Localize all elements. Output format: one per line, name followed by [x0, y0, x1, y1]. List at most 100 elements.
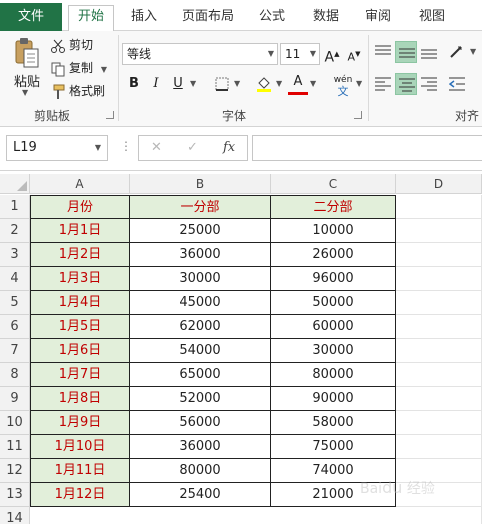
shrink-font-button[interactable]: A▼ — [344, 43, 364, 65]
cell[interactable] — [396, 411, 482, 435]
table-cell[interactable]: 30000 — [271, 339, 396, 363]
table-cell[interactable]: 75000 — [271, 435, 396, 459]
enter-icon[interactable]: ✓ — [187, 140, 198, 155]
align-middle-button[interactable] — [395, 41, 417, 63]
font-size-combo[interactable]: 11 ▼ — [280, 43, 320, 65]
table-cell[interactable]: 26000 — [271, 243, 396, 267]
table-cell[interactable]: 1月11日 — [30, 459, 130, 483]
row-header[interactable]: 8 — [0, 363, 30, 387]
row-header[interactable]: 11 — [0, 435, 30, 459]
table-cell[interactable]: 80000 — [130, 459, 271, 483]
insert-function-icon[interactable]: fx — [223, 140, 235, 155]
copy-button[interactable]: 复制 ▼ — [50, 58, 107, 78]
decrease-indent-button[interactable] — [446, 73, 468, 95]
row-header[interactable]: 1 — [0, 195, 30, 219]
font-color-button[interactable]: A — [288, 73, 308, 95]
italic-button[interactable]: I — [146, 73, 166, 95]
tab-home[interactable]: 开始 — [68, 5, 114, 32]
more-icon[interactable]: ⋮ — [120, 139, 132, 153]
table-cell[interactable]: 25400 — [130, 483, 271, 507]
column-header-c[interactable]: C — [271, 174, 396, 194]
table-cell[interactable]: 36000 — [130, 243, 271, 267]
underline-button[interactable]: U — [168, 73, 188, 95]
tab-file[interactable]: 文件 — [0, 3, 62, 31]
table-cell[interactable]: 62000 — [130, 315, 271, 339]
tab-formulas[interactable]: 公式 — [250, 6, 294, 31]
fill-color-button[interactable] — [254, 73, 274, 95]
cell[interactable] — [396, 267, 482, 291]
table-cell[interactable]: 1月10日 — [30, 435, 130, 459]
row-header[interactable]: 14 — [0, 507, 30, 524]
table-cell[interactable]: 45000 — [130, 291, 271, 315]
row-header[interactable]: 5 — [0, 291, 30, 315]
dialog-launcher-icon[interactable] — [106, 111, 114, 119]
select-all-corner[interactable] — [0, 174, 30, 194]
cell[interactable] — [396, 291, 482, 315]
table-cell[interactable]: 1月6日 — [30, 339, 130, 363]
cell[interactable] — [396, 435, 482, 459]
table-cell[interactable]: 1月8日 — [30, 387, 130, 411]
table-cell[interactable]: 56000 — [130, 411, 271, 435]
dialog-launcher-icon[interactable] — [354, 111, 362, 119]
table-cell[interactable]: 1月4日 — [30, 291, 130, 315]
table-cell[interactable]: 1月3日 — [30, 267, 130, 291]
row-header[interactable]: 10 — [0, 411, 30, 435]
tab-data[interactable]: 数据 — [304, 6, 348, 31]
table-cell[interactable]: 50000 — [271, 291, 396, 315]
table-header-cell[interactable]: 二分部 — [271, 195, 396, 219]
table-cell[interactable]: 65000 — [130, 363, 271, 387]
tab-review[interactable]: 审阅 — [356, 6, 400, 31]
grow-font-button[interactable]: A▲ — [322, 43, 342, 66]
cell[interactable] — [396, 315, 482, 339]
align-right-button[interactable] — [418, 73, 440, 95]
table-cell[interactable]: 1月7日 — [30, 363, 130, 387]
column-header-b[interactable]: B — [130, 174, 271, 194]
tab-page-layout[interactable]: 页面布局 — [176, 6, 240, 31]
column-header-d[interactable]: D — [396, 174, 482, 194]
font-name-combo[interactable]: 等线 ▼ — [122, 43, 278, 65]
table-cell[interactable]: 25000 — [130, 219, 271, 243]
borders-button[interactable] — [212, 73, 232, 95]
table-cell[interactable]: 1月12日 — [30, 483, 130, 507]
cell[interactable] — [396, 195, 482, 219]
formula-input[interactable] — [252, 135, 482, 161]
cut-button[interactable]: 剪切 — [50, 35, 93, 55]
row-header[interactable]: 7 — [0, 339, 30, 363]
table-cell[interactable]: 58000 — [271, 411, 396, 435]
row-header[interactable]: 3 — [0, 243, 30, 267]
align-left-button[interactable] — [372, 73, 394, 95]
bold-button[interactable]: B — [124, 73, 144, 95]
table-cell[interactable]: 1月1日 — [30, 219, 130, 243]
table-cell[interactable]: 80000 — [271, 363, 396, 387]
table-cell[interactable]: 90000 — [271, 387, 396, 411]
row-header[interactable]: 4 — [0, 267, 30, 291]
phonetic-button[interactable]: wén 文 — [330, 73, 356, 97]
column-header-a[interactable]: A — [30, 174, 130, 194]
table-cell[interactable]: 1月2日 — [30, 243, 130, 267]
align-top-button[interactable] — [372, 41, 394, 63]
cell[interactable] — [396, 219, 482, 243]
tab-insert[interactable]: 插入 — [122, 6, 166, 31]
row-header[interactable]: 9 — [0, 387, 30, 411]
name-box[interactable]: L19 ▼ — [6, 135, 108, 161]
table-cell[interactable]: 52000 — [130, 387, 271, 411]
cancel-icon[interactable]: ✕ — [151, 140, 162, 155]
table-cell[interactable]: 1月9日 — [30, 411, 130, 435]
orientation-button[interactable] — [446, 41, 468, 63]
row-header[interactable]: 12 — [0, 459, 30, 483]
table-cell[interactable]: 96000 — [271, 267, 396, 291]
table-cell[interactable]: 30000 — [130, 267, 271, 291]
row-header[interactable]: 6 — [0, 315, 30, 339]
table-cell[interactable]: 60000 — [271, 315, 396, 339]
align-bottom-button[interactable] — [418, 41, 440, 63]
table-cell[interactable]: 36000 — [130, 435, 271, 459]
format-painter-button[interactable]: 格式刷 — [50, 81, 105, 101]
table-cell[interactable]: 1月5日 — [30, 315, 130, 339]
tab-view[interactable]: 视图 — [410, 6, 454, 31]
table-header-cell[interactable]: 一分部 — [130, 195, 271, 219]
cell[interactable] — [396, 363, 482, 387]
cell[interactable] — [396, 339, 482, 363]
cell[interactable] — [396, 243, 482, 267]
row-header[interactable]: 2 — [0, 219, 30, 243]
cell[interactable] — [396, 507, 482, 524]
